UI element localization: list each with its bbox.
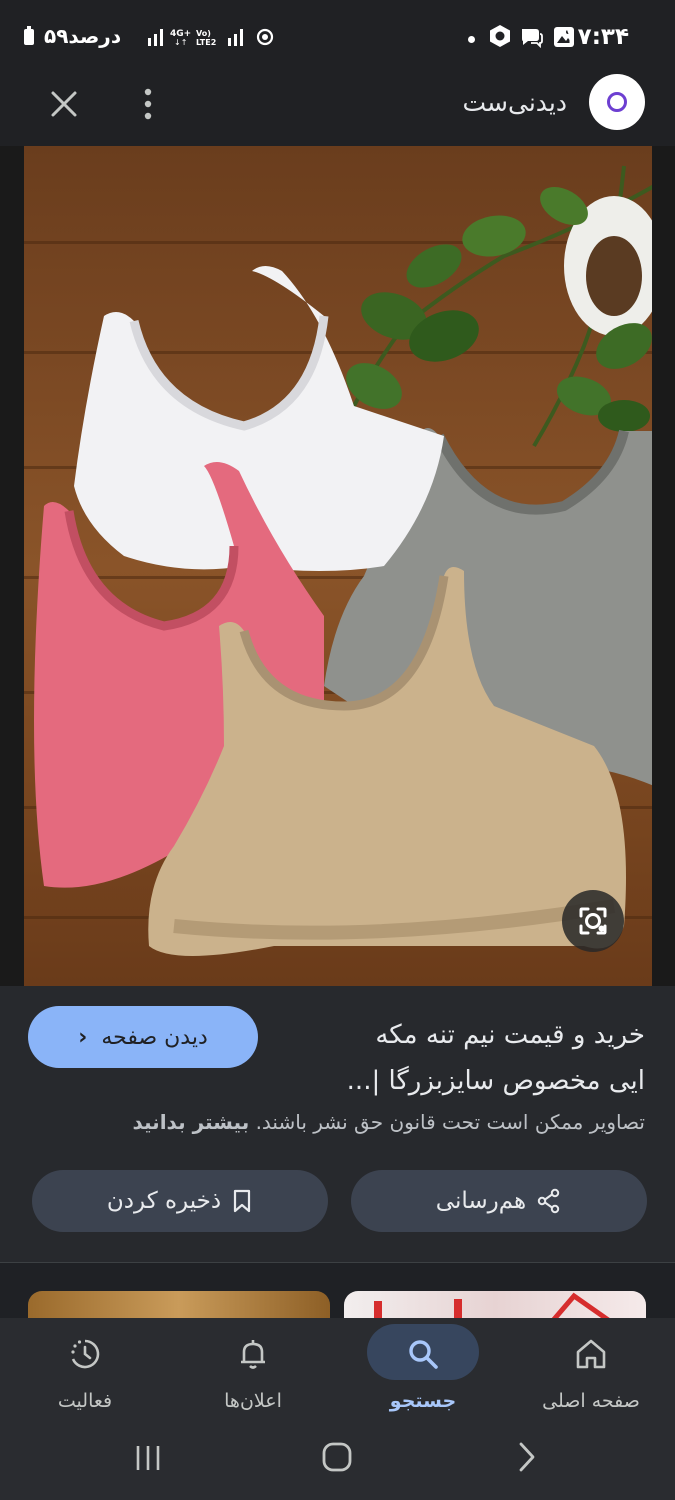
svg-text:Vo): Vo)	[196, 29, 211, 38]
signal-icon	[148, 29, 163, 46]
bookmark-icon	[234, 1189, 251, 1213]
lens-button[interactable]	[562, 890, 624, 952]
activity-icon	[71, 1339, 100, 1369]
save-label: ذخیره کردن	[106, 1188, 222, 1214]
close-icon[interactable]	[44, 84, 84, 124]
result-details: خرید و قیمت نیم تنه مکه ایی مخصوص سایزبز…	[0, 986, 675, 1262]
battery-icon	[24, 26, 34, 45]
site-name[interactable]: دیدنی‌ست	[462, 88, 567, 117]
nav-search-label: جستجو	[389, 1390, 457, 1412]
nav-home-label: صفحه اصلی	[542, 1390, 640, 1412]
copyright-text: تصاویر ممکن است تحت قانون حق نشر باشند.	[255, 1110, 645, 1134]
clock: ۱۷:۳۴	[563, 24, 629, 50]
nav-activity-label: فعالیت	[57, 1390, 113, 1412]
nav-search[interactable]: جستجو	[339, 1318, 507, 1420]
home-icon	[576, 1339, 606, 1369]
lens-icon	[579, 907, 607, 935]
visit-page-button[interactable]: دیدن صفحه ‹	[28, 1006, 258, 1068]
app-hexagon-icon	[490, 25, 510, 47]
related-images	[0, 1263, 675, 1334]
share-icon	[538, 1188, 560, 1214]
recent-apps-icon[interactable]	[132, 1442, 164, 1474]
nav-notifications-label: اعلان‌ها	[224, 1390, 282, 1412]
chevron-left-icon: ‹	[78, 1024, 88, 1050]
signal-icon	[228, 29, 243, 46]
title-line-1: خرید و قیمت نیم تنه مکه	[375, 1020, 645, 1050]
svg-text:↓↑: ↓↑	[174, 38, 187, 46]
chat-icon	[522, 29, 543, 48]
copyright-notice: تصاویر ممکن است تحت قانون حق نشر باشند. …	[132, 1110, 645, 1134]
share-label: هم‌رسانی	[435, 1188, 527, 1214]
more-options-icon[interactable]	[136, 84, 160, 124]
network-type-icon: 4G+ ↓↑ Vo) LTE2	[170, 29, 216, 46]
home-button-icon[interactable]	[320, 1440, 354, 1474]
nav-activity[interactable]: فعالیت	[1, 1318, 169, 1420]
back-icon[interactable]	[512, 1440, 542, 1474]
battery-label: ۵۹درصد	[44, 24, 122, 48]
notification-dot	[468, 36, 475, 43]
search-icon	[409, 1340, 438, 1369]
product-photo[interactable]	[24, 146, 652, 986]
bottom-navigation: صفحه اصلی جستجو اعلان‌ها فعالیت	[0, 1318, 675, 1420]
image-viewer	[0, 146, 675, 986]
nav-home[interactable]: صفحه اصلی	[507, 1318, 675, 1420]
visit-page-label: دیدن صفحه	[101, 1024, 208, 1050]
status-bar: ۵۹درصد 4G+ ↓↑ Vo) LTE2 ۱۷:۳۴	[0, 0, 675, 72]
site-logo[interactable]	[589, 74, 645, 130]
learn-more-link[interactable]: بیشتر بدانید	[132, 1110, 249, 1134]
share-button[interactable]: هم‌رسانی	[351, 1170, 647, 1232]
title-line-2: ایی مخصوص سایزبزرگا |...	[346, 1066, 645, 1096]
nav-notifications[interactable]: اعلان‌ها	[169, 1318, 337, 1420]
viewer-header: دیدنی‌ست	[0, 72, 675, 146]
save-button[interactable]: ذخیره کردن	[32, 1170, 328, 1232]
result-title[interactable]: خرید و قیمت نیم تنه مکه ایی مخصوص سایزبز…	[295, 1012, 645, 1104]
bell-icon	[241, 1340, 265, 1369]
plant-decoration	[346, 165, 652, 448]
hotspot-icon	[256, 28, 274, 46]
system-navigation	[0, 1420, 675, 1500]
svg-text:LTE2: LTE2	[196, 38, 216, 46]
product-illustration	[34, 165, 652, 956]
